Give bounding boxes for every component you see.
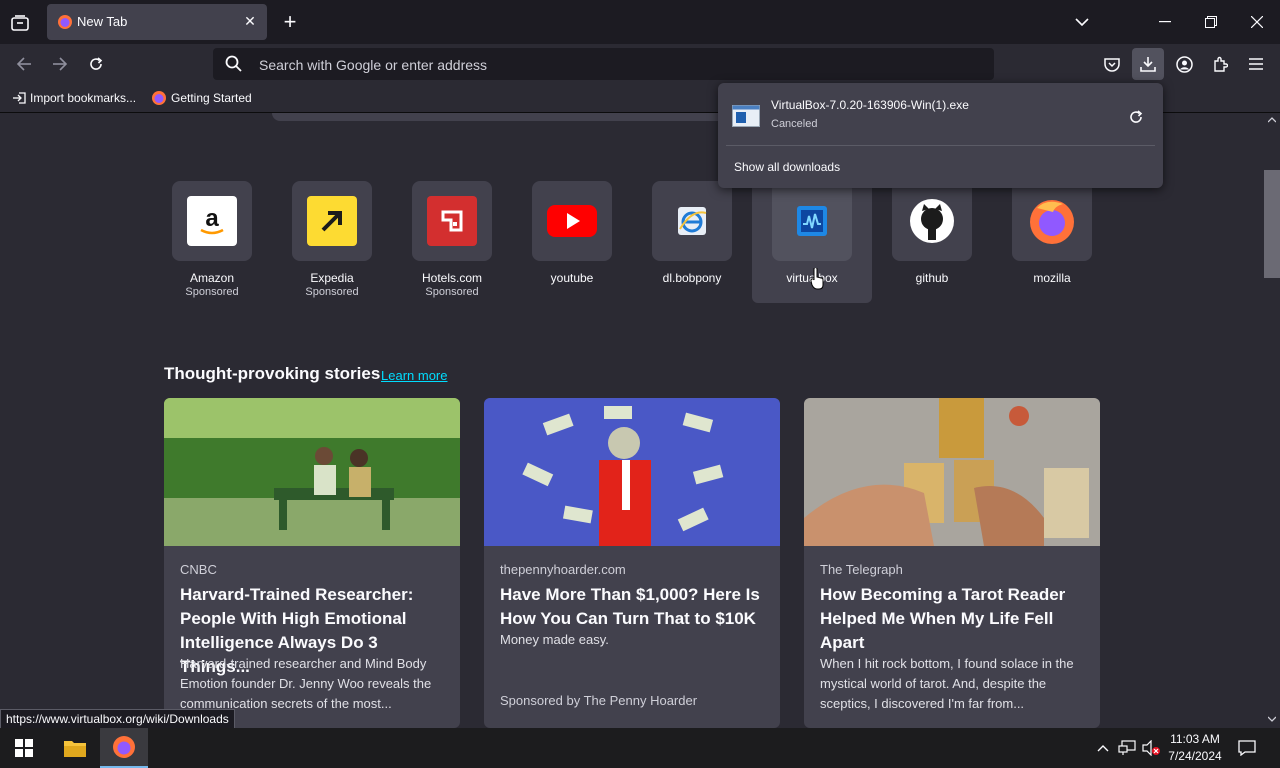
download-status: Canceled — [771, 118, 818, 130]
story-sponsor: Sponsored by The Penny Hoarder — [500, 693, 698, 708]
bookmark-getting-started[interactable]: Getting Started — [151, 88, 252, 108]
status-link: https://www.virtualbox.org/wiki/Download… — [0, 709, 235, 730]
close-tab-icon[interactable]: ✕ — [241, 12, 259, 30]
import-icon — [13, 92, 26, 104]
top-site-expedia[interactable]: Expedia Sponsored — [272, 181, 392, 305]
chevron-up-icon[interactable] — [1093, 728, 1113, 768]
story-excerpt: Money made easy. — [500, 632, 609, 647]
youtube-icon — [547, 196, 597, 246]
menu-icon[interactable] — [1240, 48, 1272, 80]
story-image — [164, 398, 460, 546]
story-source: The Telegraph — [820, 562, 903, 577]
firefox-icon — [113, 736, 135, 758]
story-headline: Have More Than $1,000? Here Is How You C… — [500, 585, 760, 628]
tab-title: New Tab — [77, 14, 128, 29]
reload-button[interactable] — [80, 48, 112, 80]
pocket-icon[interactable] — [1096, 48, 1128, 80]
forward-button[interactable] — [44, 48, 76, 80]
new-tab-page: a Amazon Sponsored Expedia Sponsored Hot… — [0, 113, 1264, 728]
learn-more-link[interactable]: Learn more — [381, 368, 447, 383]
story-source: CNBC — [180, 562, 217, 577]
expedia-icon — [307, 196, 357, 246]
story-excerpt: Harvard-trained researcher and Mind Body… — [180, 656, 432, 711]
top-site-mozilla[interactable]: mozilla — [992, 181, 1112, 305]
account-icon[interactable] — [1168, 48, 1200, 80]
top-site-youtube[interactable]: youtube — [512, 181, 632, 305]
divider — [726, 145, 1155, 146]
tab-strip: New Tab ✕ + — [0, 0, 1280, 44]
download-file-name[interactable]: VirtualBox-7.0.20-163906-Win(1).exe — [771, 98, 969, 112]
firefox-icon — [1027, 196, 1077, 246]
taskbar-clock[interactable]: 11:03 AM 7/24/2024 — [1162, 731, 1228, 765]
sponsored-label: Sponsored — [185, 286, 239, 298]
tab-new-tab[interactable]: New Tab ✕ — [47, 4, 267, 40]
clock-date: 7/24/2024 — [1168, 749, 1222, 763]
downloads-button[interactable] — [1132, 48, 1164, 80]
top-site-name: mozilla — [1033, 271, 1071, 285]
top-site-name: Expedia — [310, 271, 354, 285]
amazon-icon: a — [187, 196, 237, 246]
internet-explorer-icon — [667, 196, 717, 246]
file-explorer-icon[interactable] — [51, 728, 99, 768]
new-tab-button[interactable]: + — [278, 9, 302, 34]
sponsored-label: Sponsored — [305, 286, 359, 298]
url-input[interactable] — [257, 48, 961, 82]
scroll-down-icon[interactable] — [1268, 716, 1276, 722]
github-icon — [907, 196, 957, 246]
story-excerpt: When I hit rock bottom, I found solace i… — [820, 656, 1074, 711]
notifications-icon[interactable] — [1232, 728, 1262, 768]
scrollbar-thumb[interactable] — [1264, 170, 1280, 278]
show-all-downloads-button[interactable]: Show all downloads — [734, 160, 840, 174]
close-window-button[interactable] — [1234, 6, 1280, 38]
top-site-name: github — [915, 271, 949, 285]
top-site-name: Amazon — [189, 271, 235, 285]
top-site-dl-bobpony[interactable]: dl.bobpony — [632, 181, 752, 305]
story-source: thepennyhoarder.com — [500, 562, 626, 577]
hand-cursor-icon — [810, 268, 824, 290]
stories-heading: Thought-provoking stories — [164, 364, 381, 383]
top-site-name: youtube — [550, 271, 594, 285]
scroll-up-icon[interactable] — [1268, 117, 1276, 123]
virtualbox-icon — [787, 196, 837, 246]
retry-icon[interactable] — [1124, 105, 1148, 129]
top-site-name: Hotels.com — [421, 271, 483, 285]
network-icon[interactable] — [1116, 728, 1138, 768]
sponsored-label: Sponsored — [425, 286, 479, 298]
search-icon — [225, 55, 242, 72]
bookmark-label: Import bookmarks... — [30, 91, 137, 105]
top-site-hotels[interactable]: Hotels.com Sponsored — [392, 181, 512, 305]
story-image — [804, 398, 1100, 546]
top-site-amazon[interactable]: a Amazon Sponsored — [152, 181, 272, 305]
extensions-icon[interactable] — [1204, 48, 1236, 80]
story-headline: How Becoming a Tarot Reader Helped Me Wh… — [820, 585, 1066, 652]
taskbar-firefox[interactable] — [100, 728, 148, 768]
restore-button[interactable] — [1188, 6, 1234, 38]
clock-time: 11:03 AM — [1170, 732, 1220, 746]
svg-text:a: a — [205, 205, 219, 232]
volume-muted-icon[interactable] — [1140, 728, 1162, 768]
story-card[interactable]: The Telegraph How Becoming a Tarot Reade… — [804, 398, 1100, 728]
minimize-button[interactable] — [1142, 6, 1188, 38]
taskbar: 11:03 AM 7/24/2024 — [0, 728, 1280, 768]
firefox-icon — [58, 15, 72, 29]
hotels-icon — [427, 196, 477, 246]
windows-start-icon[interactable] — [0, 728, 48, 768]
top-site-github[interactable]: github — [872, 181, 992, 305]
story-card[interactable]: thepennyhoarder.com Have More Than $1,00… — [484, 398, 780, 728]
address-bar[interactable] — [213, 48, 994, 82]
top-site-name: dl.bobpony — [662, 271, 722, 285]
chevron-down-icon[interactable] — [1070, 10, 1094, 34]
story-image — [484, 398, 780, 546]
bookmark-import[interactable]: Import bookmarks... — [12, 88, 136, 108]
firefox-icon — [152, 91, 166, 105]
bookmark-label: Getting Started — [171, 91, 252, 105]
downloads-panel: VirtualBox-7.0.20-163906-Win(1).exe Canc… — [718, 83, 1163, 188]
exe-file-icon — [732, 105, 760, 127]
navigation-toolbar — [0, 44, 1280, 84]
story-card[interactable]: CNBC Harvard-Trained Researcher: People … — [164, 398, 460, 728]
back-button[interactable] — [8, 48, 40, 80]
firefox-view-icon[interactable] — [6, 10, 34, 36]
